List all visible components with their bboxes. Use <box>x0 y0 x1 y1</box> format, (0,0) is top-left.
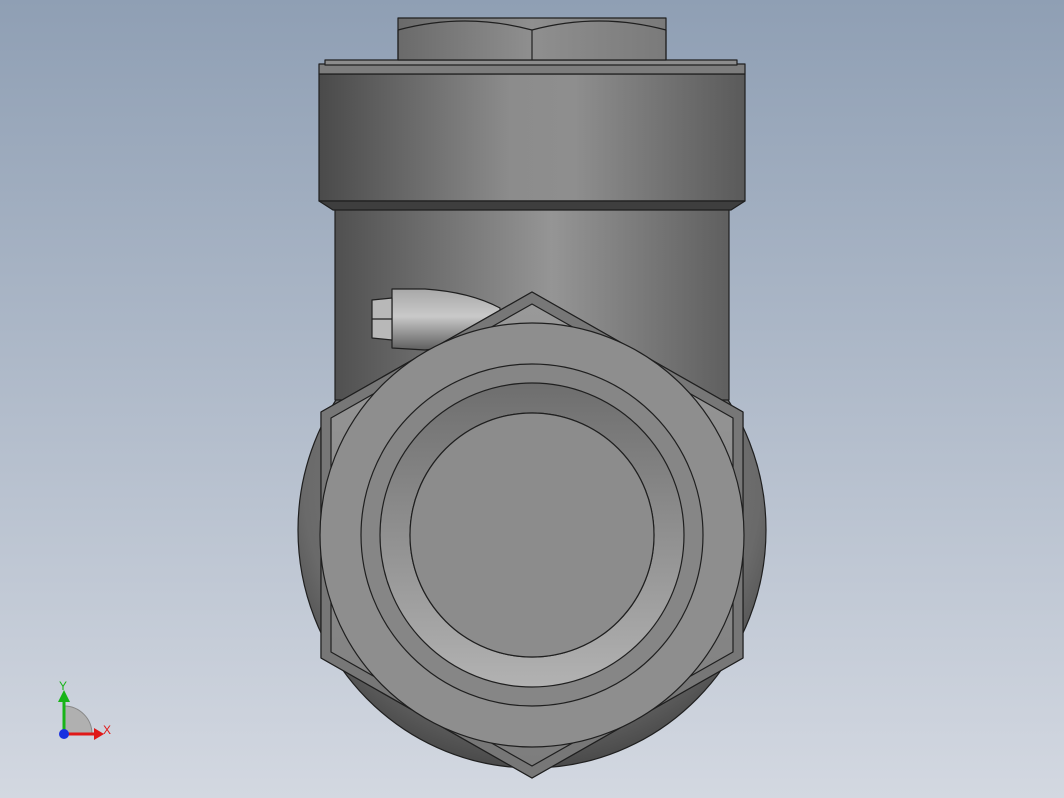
valve-model[interactable] <box>297 17 767 779</box>
bonnet-cap-base <box>318 200 746 211</box>
bonnet-cap-lip <box>324 59 738 66</box>
model-canvas[interactable]: X Y <box>0 0 1064 798</box>
triad-z-dot <box>59 729 69 739</box>
graphics-viewport[interactable]: X Y <box>0 0 1064 798</box>
triad-x-label: X <box>103 723 111 737</box>
port-bore <box>409 412 655 658</box>
bonnet-cap <box>318 73 746 202</box>
triad-y-label: Y <box>59 679 67 693</box>
